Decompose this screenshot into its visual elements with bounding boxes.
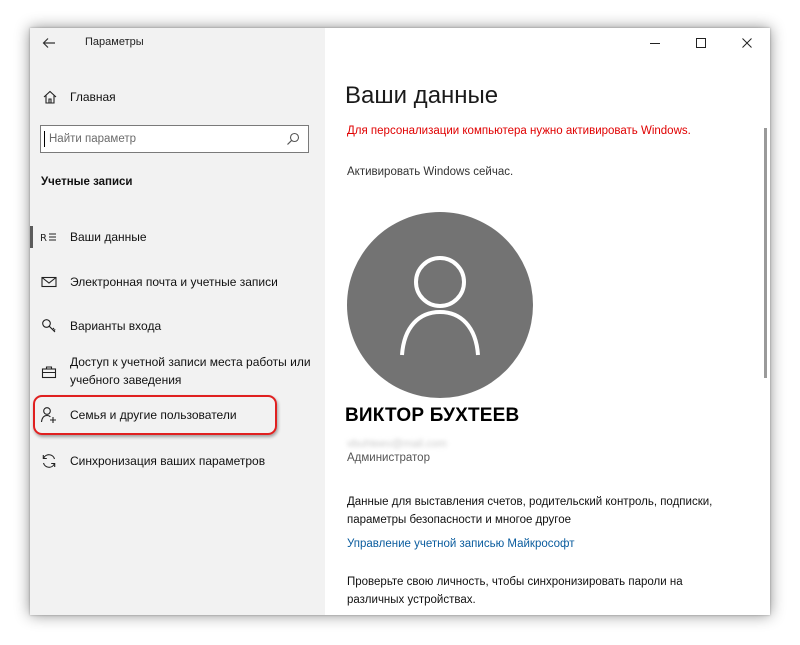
caption-buttons xyxy=(632,28,770,58)
search-icon[interactable] xyxy=(286,132,300,146)
svg-text:R: R xyxy=(40,233,47,244)
sync-icon xyxy=(40,452,58,470)
nav-item-label: Синхронизация ваших параметров xyxy=(70,454,266,468)
user-email-text: vbuhteev@mail.com xyxy=(347,438,447,450)
user-email: vbuhteev@mail.com xyxy=(347,434,467,450)
title-bar: Параметры xyxy=(30,28,325,58)
highlight-annotation xyxy=(33,395,277,435)
nav-item-your-info[interactable]: R Ваши данные xyxy=(30,228,325,248)
back-button[interactable] xyxy=(38,32,60,54)
settings-window: Параметры Главная Учетные записи xyxy=(30,28,770,615)
avatar xyxy=(347,212,533,398)
manage-microsoft-account-link[interactable]: Управление учетной записью Майкрософт xyxy=(347,538,575,550)
search-input[interactable] xyxy=(49,126,284,152)
verify-identity-text: Проверьте свою личность, чтобы синхрониз… xyxy=(347,576,683,606)
navigation-pane: Параметры Главная Учетные записи xyxy=(30,28,325,615)
content-pane: Ваши данные Для персонализации компьютер… xyxy=(325,28,770,615)
app-title: Параметры xyxy=(85,36,144,48)
nav-item-label: Электронная почта и учетные записи xyxy=(70,275,278,289)
section-heading: Учетные записи xyxy=(41,176,133,188)
back-arrow-icon xyxy=(42,38,55,48)
user-silhouette-icon xyxy=(400,256,480,356)
user-role: Администратор xyxy=(347,452,430,464)
page-title: Ваши данные xyxy=(345,82,499,109)
nav-item-label: Варианты входа xyxy=(70,319,162,333)
minimize-button[interactable] xyxy=(632,28,678,58)
search-box[interactable] xyxy=(40,125,309,153)
nav-item-email-accounts[interactable]: Электронная почта и учетные записи xyxy=(30,273,325,293)
nav-item-sign-in-options[interactable]: Варианты входа xyxy=(30,317,325,337)
nav-home-label: Главная xyxy=(70,90,116,104)
nav-item-label: Ваши данные xyxy=(70,230,147,244)
close-button[interactable] xyxy=(724,28,770,58)
user-name: ВИКТОР БУХТЕЕВ xyxy=(345,405,520,426)
text-caret xyxy=(44,131,45,147)
nav-item-label: Доступ к учетной записи места работы или… xyxy=(70,355,311,387)
nav-item-sync-settings[interactable]: Синхронизация ваших параметров xyxy=(30,452,325,472)
scrollbar[interactable] xyxy=(764,128,767,378)
mail-icon xyxy=(40,273,58,291)
person-card-icon: R xyxy=(40,228,58,246)
maximize-button[interactable] xyxy=(678,28,724,58)
key-icon xyxy=(40,317,58,335)
maximize-icon xyxy=(696,38,706,48)
briefcase-icon xyxy=(40,363,58,381)
minimize-icon xyxy=(650,43,660,44)
home-icon xyxy=(40,87,60,107)
nav-item-work-access[interactable]: Доступ к учетной записи места работы или… xyxy=(30,353,325,393)
nav-home[interactable]: Главная xyxy=(40,85,310,109)
account-info-text: Данные для выставления счетов, родительс… xyxy=(347,496,713,526)
close-icon xyxy=(742,38,752,48)
activation-warning: Для персонализации компьютера нужно акти… xyxy=(347,125,691,137)
activate-windows-link[interactable]: Активировать Windows сейчас. xyxy=(347,166,513,178)
